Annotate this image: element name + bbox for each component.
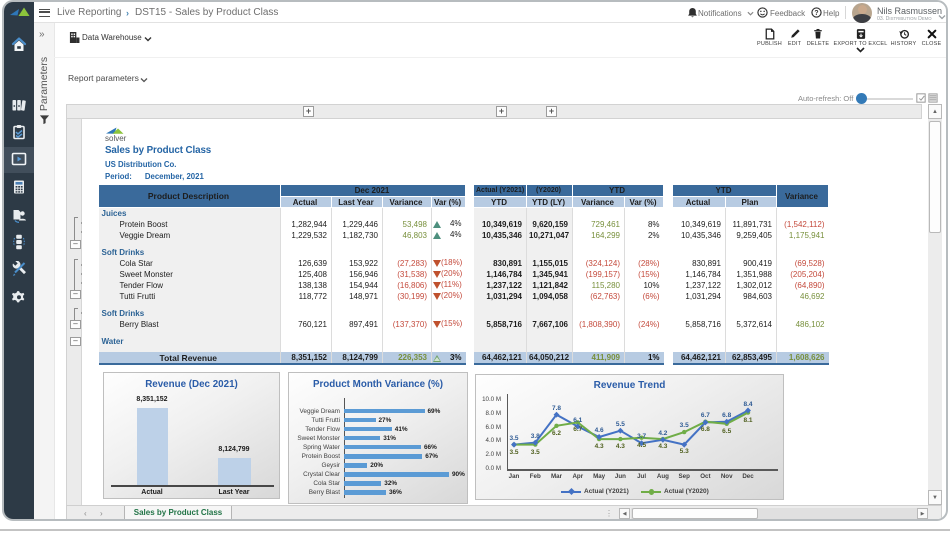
svg-text:solver: solver	[105, 134, 127, 143]
svg-text:?: ?	[814, 10, 818, 17]
